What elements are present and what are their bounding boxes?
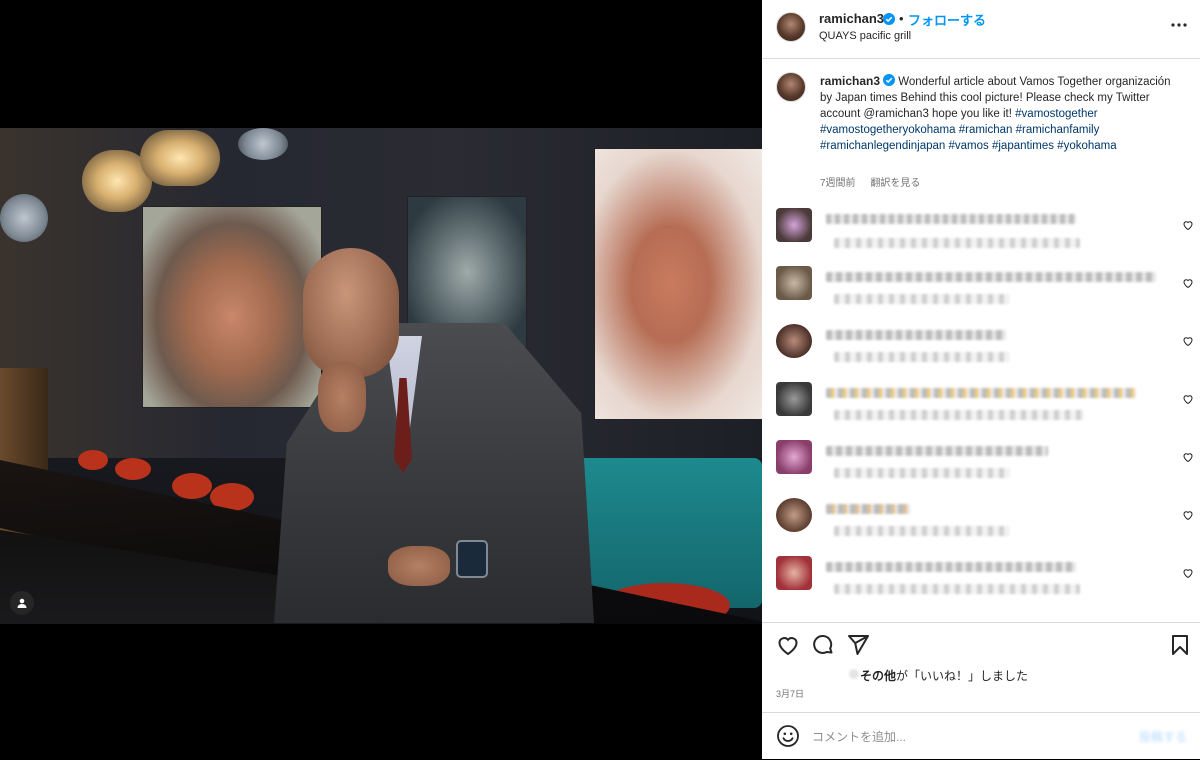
photo-person-head [303, 248, 399, 378]
post-photo[interactable] [0, 128, 762, 624]
separator-dot: • [899, 11, 904, 26]
bookmark-icon[interactable] [1168, 633, 1192, 657]
follow-button[interactable]: フォローする [908, 10, 986, 29]
add-comment-bar: 投稿する [762, 712, 1200, 760]
verified-badge-icon [883, 74, 896, 86]
post-comment-button[interactable]: 投稿する [1139, 728, 1187, 745]
photo-lamp-fixture [238, 128, 288, 160]
photo-lamp [140, 130, 220, 186]
comment-icon[interactable] [811, 633, 835, 657]
comment-item [762, 550, 1200, 608]
comments-list[interactable] [762, 198, 1200, 622]
comment-avatar[interactable] [776, 556, 812, 590]
post-side-panel: ramichan3 • フォローする QUAYS pacific grill r… [762, 0, 1200, 759]
comment-meta-redacted [834, 238, 1080, 248]
comment-item [762, 318, 1200, 376]
photo-person-hand [318, 362, 366, 432]
photo-painting-right [594, 148, 762, 420]
comment-heart-icon[interactable] [1182, 219, 1194, 231]
comment-heart-icon[interactable] [1182, 567, 1194, 579]
likes-suffix: が「いいね！」しました [896, 669, 1029, 683]
post-media [0, 0, 762, 759]
more-options-icon[interactable] [1167, 14, 1191, 36]
comment-meta-redacted [834, 526, 1010, 536]
caption-text: ramichan3 Wonderful article about Vamos … [820, 73, 1178, 154]
post-actions-bar: その他が「いいね！」しました 3月7日 [762, 622, 1200, 713]
photo-person-watch [456, 540, 488, 578]
comment-avatar[interactable] [776, 266, 812, 300]
photo-painting-left [142, 206, 322, 408]
comment-text-redacted [826, 214, 1076, 224]
comment-meta-redacted [834, 584, 1080, 594]
comment-text-redacted [826, 272, 1156, 282]
comment-heart-icon[interactable] [1182, 277, 1194, 289]
comment-heart-icon[interactable] [1182, 335, 1194, 347]
caption-time: 7週間前 [820, 178, 856, 189]
caption-author-avatar[interactable] [776, 72, 806, 102]
translate-link[interactable]: 翻訳を見る [870, 178, 920, 189]
photo-chair [115, 458, 151, 480]
comment-avatar[interactable] [776, 382, 812, 416]
comment-text-redacted [826, 446, 1048, 456]
emoji-icon[interactable] [776, 724, 800, 748]
comment-meta-redacted [834, 468, 1010, 478]
author-avatar[interactable] [776, 12, 806, 42]
photo-chair [78, 450, 108, 470]
comment-item [762, 434, 1200, 492]
comment-text-redacted [826, 388, 1136, 398]
comment-avatar[interactable] [776, 208, 812, 242]
comment-avatar[interactable] [776, 440, 812, 474]
comment-input[interactable] [810, 723, 1114, 751]
comment-text-redacted [826, 330, 1006, 340]
photo-chair [172, 473, 212, 499]
comment-meta-redacted [834, 410, 1084, 420]
user-tag-icon[interactable] [10, 591, 34, 615]
post-caption: ramichan3 Wonderful article about Vamos … [762, 58, 1200, 198]
post-date: 3月7日 [776, 689, 805, 699]
heart-icon[interactable] [776, 633, 800, 657]
post-header: ramichan3 • フォローする QUAYS pacific grill [762, 0, 1200, 59]
comment-avatar[interactable] [776, 498, 812, 532]
comment-heart-icon[interactable] [1182, 393, 1194, 405]
share-icon[interactable] [846, 633, 870, 657]
likes-summary[interactable]: その他が「いいね！」しました [860, 667, 1028, 684]
comment-meta-redacted [834, 294, 1010, 304]
comment-heart-icon[interactable] [1182, 509, 1194, 521]
author-username[interactable]: ramichan3 [819, 11, 884, 26]
caption-meta: 7週間前 翻訳を見る [820, 174, 920, 189]
liker-avatar[interactable] [849, 669, 859, 679]
comment-text-redacted [826, 504, 910, 514]
comment-heart-icon[interactable] [1182, 451, 1194, 463]
comment-text-redacted [826, 562, 1076, 572]
comment-avatar[interactable] [776, 324, 812, 358]
comment-item [762, 260, 1200, 318]
caption-username[interactable]: ramichan3 [820, 74, 880, 88]
photo-person-hand [388, 546, 450, 586]
comment-item [762, 492, 1200, 550]
comment-meta-redacted [834, 352, 1010, 362]
post-location[interactable]: QUAYS pacific grill [819, 30, 911, 42]
verified-badge-icon [880, 11, 895, 29]
likes-others[interactable]: その他 [860, 669, 896, 683]
photo-lamp-fixture [0, 194, 48, 242]
comment-item [762, 202, 1200, 260]
comment-item [762, 376, 1200, 434]
